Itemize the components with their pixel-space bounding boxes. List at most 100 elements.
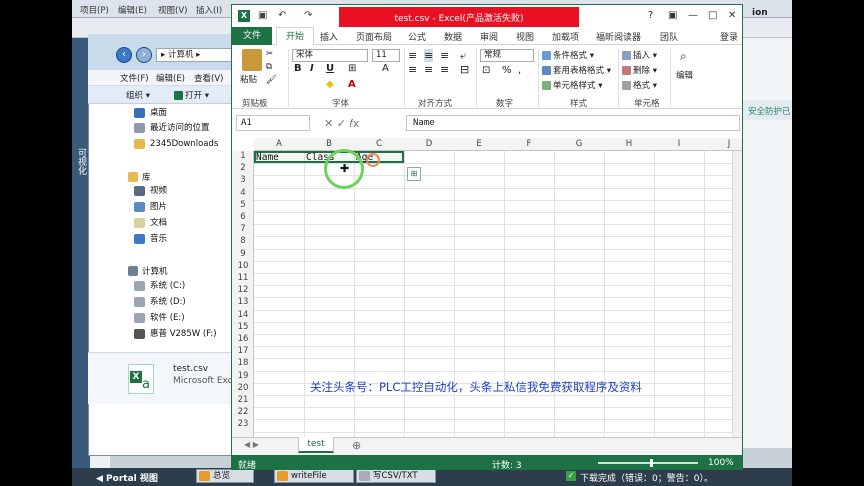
- font-size-select[interactable]: 11: [372, 49, 400, 62]
- forward-icon[interactable]: ›: [136, 47, 152, 63]
- back-icon[interactable]: ‹: [116, 47, 132, 63]
- formula-input[interactable]: Name: [406, 115, 740, 131]
- task-writefile[interactable]: writeFile: [274, 469, 354, 483]
- delete-cells-button[interactable]: 删除 ▾: [622, 64, 657, 76]
- align-center-icon[interactable]: ≡: [424, 63, 433, 76]
- column-header[interactable]: J: [704, 139, 742, 149]
- column-header[interactable]: A: [254, 139, 304, 149]
- nav-drive-c[interactable]: 系统 (C:): [134, 279, 185, 293]
- tab-foxit[interactable]: 福昕阅读器: [596, 30, 641, 43]
- nav-desktop[interactable]: 桌面: [134, 106, 167, 120]
- edit-button[interactable]: 编辑: [676, 69, 693, 81]
- sheet-tab-test[interactable]: test: [298, 437, 334, 453]
- tab-home[interactable]: 开始: [276, 27, 314, 46]
- column-header[interactable]: I: [654, 139, 704, 149]
- align-middle-icon[interactable]: ≡: [424, 49, 434, 62]
- binoculars-icon[interactable]: ⌕: [680, 49, 687, 64]
- portal-view-button[interactable]: ◀ Portal 视图: [96, 471, 158, 484]
- column-header[interactable]: F: [504, 139, 554, 149]
- open-button[interactable]: 打开 ▾: [174, 89, 209, 101]
- help-icon[interactable]: ?: [648, 10, 653, 21]
- login-link[interactable]: 登录: [720, 30, 738, 43]
- nav-downloads[interactable]: 2345Downloads: [134, 137, 218, 151]
- tia-menu-edit[interactable]: 编辑(E): [118, 4, 147, 16]
- row-header[interactable]: 22: [232, 407, 254, 417]
- align-left-icon[interactable]: ≡: [408, 63, 417, 76]
- column-header[interactable]: D: [404, 139, 454, 149]
- tab-formulas[interactable]: 公式: [408, 30, 426, 43]
- row-header[interactable]: 9: [232, 249, 254, 259]
- nav-drive-f[interactable]: 惠普 V285W (F:): [134, 327, 217, 341]
- tab-team[interactable]: 团队: [660, 30, 678, 43]
- copy-icon[interactable]: ⧉: [266, 62, 272, 72]
- row-header[interactable]: 13: [232, 297, 254, 307]
- column-header[interactable]: H: [604, 139, 654, 149]
- nav-recent[interactable]: 最近访问的位置: [134, 121, 210, 135]
- cell-style-button[interactable]: 单元格样式 ▾: [542, 79, 602, 91]
- paste-button[interactable]: 粘贴: [240, 73, 257, 85]
- column-header[interactable]: G: [554, 139, 604, 149]
- row-header[interactable]: 14: [232, 310, 254, 320]
- column-header[interactable]: C: [354, 139, 404, 149]
- underline-icon[interactable]: U: [326, 63, 334, 74]
- column-header[interactable]: B: [304, 139, 354, 149]
- row-header[interactable]: 6: [232, 212, 254, 222]
- currency-icon[interactable]: ⊡: [482, 65, 490, 76]
- tab-page-layout[interactable]: 页面布局: [356, 30, 392, 43]
- row-header[interactable]: 12: [232, 285, 254, 295]
- row-header[interactable]: 11: [232, 273, 254, 283]
- vertical-scrollbar[interactable]: [732, 151, 742, 437]
- row-header[interactable]: 16: [232, 334, 254, 344]
- align-bottom-icon[interactable]: ≡: [440, 49, 449, 62]
- tia-menu-insert[interactable]: 插入(I): [196, 4, 222, 16]
- zoom-slider[interactable]: [598, 462, 698, 464]
- table-format-button[interactable]: 套用表格格式 ▾: [542, 64, 611, 76]
- row-header[interactable]: 20: [232, 383, 254, 393]
- row-header[interactable]: 10: [232, 261, 254, 271]
- row-header[interactable]: 7: [232, 224, 254, 234]
- tia-menu-project[interactable]: 项目(P): [80, 4, 109, 16]
- undo-icon[interactable]: ↶: [278, 10, 286, 21]
- row-header[interactable]: 18: [232, 358, 254, 368]
- italic-icon[interactable]: I: [310, 63, 314, 74]
- maximize-icon[interactable]: □: [708, 10, 717, 21]
- tab-review[interactable]: 审阅: [480, 30, 498, 43]
- font-color-icon[interactable]: A: [348, 79, 356, 90]
- explorer-menu-edit[interactable]: 编辑(E): [156, 72, 185, 84]
- merge-icon[interactable]: ⊟: [460, 63, 469, 76]
- align-top-icon[interactable]: ≡: [408, 49, 417, 62]
- font-name-select[interactable]: 宋体: [292, 49, 368, 62]
- row-header[interactable]: 15: [232, 322, 254, 332]
- name-box[interactable]: A1: [236, 115, 310, 131]
- cut-icon[interactable]: ✂: [266, 49, 273, 59]
- task-overview[interactable]: 总览: [196, 469, 254, 483]
- nav-libraries[interactable]: 库: [128, 171, 151, 183]
- grow-font-icon[interactable]: A: [382, 63, 389, 74]
- nav-videos[interactable]: 视频: [134, 184, 167, 198]
- fill-color-icon[interactable]: ◆: [326, 79, 334, 90]
- insert-cells-button[interactable]: 插入 ▾: [622, 49, 657, 61]
- row-header[interactable]: 1: [232, 151, 254, 161]
- quick-analysis-icon[interactable]: ⊞: [407, 167, 421, 181]
- organize-button[interactable]: 组织 ▾: [126, 89, 150, 101]
- tab-view[interactable]: 视图: [516, 30, 534, 43]
- wrap-text-icon[interactable]: ⤶: [460, 49, 466, 63]
- row-header[interactable]: 2: [232, 163, 254, 173]
- nav-drive-e[interactable]: 软件 (E:): [134, 311, 185, 325]
- percent-icon[interactable]: %: [502, 65, 512, 76]
- explorer-menu-file[interactable]: 文件(F): [120, 72, 149, 84]
- nav-drive-d[interactable]: 系统 (D:): [134, 295, 186, 309]
- comma-icon[interactable]: ,: [518, 65, 521, 76]
- close-icon[interactable]: ✕: [728, 10, 736, 21]
- cell-a1[interactable]: Name: [256, 152, 279, 163]
- align-right-icon[interactable]: ≡: [440, 63, 449, 76]
- bold-icon[interactable]: B: [294, 63, 302, 74]
- zoom-slider-handle[interactable]: [650, 459, 653, 467]
- tab-data[interactable]: 数据: [444, 30, 462, 43]
- row-header[interactable]: 3: [232, 175, 254, 185]
- nav-computer[interactable]: 计算机: [128, 265, 168, 277]
- nav-music[interactable]: 音乐: [134, 232, 167, 246]
- row-header[interactable]: 4: [232, 188, 254, 198]
- fx-icon[interactable]: ✕ ✓ 𝑓x: [324, 117, 359, 131]
- row-header[interactable]: 19: [232, 371, 254, 381]
